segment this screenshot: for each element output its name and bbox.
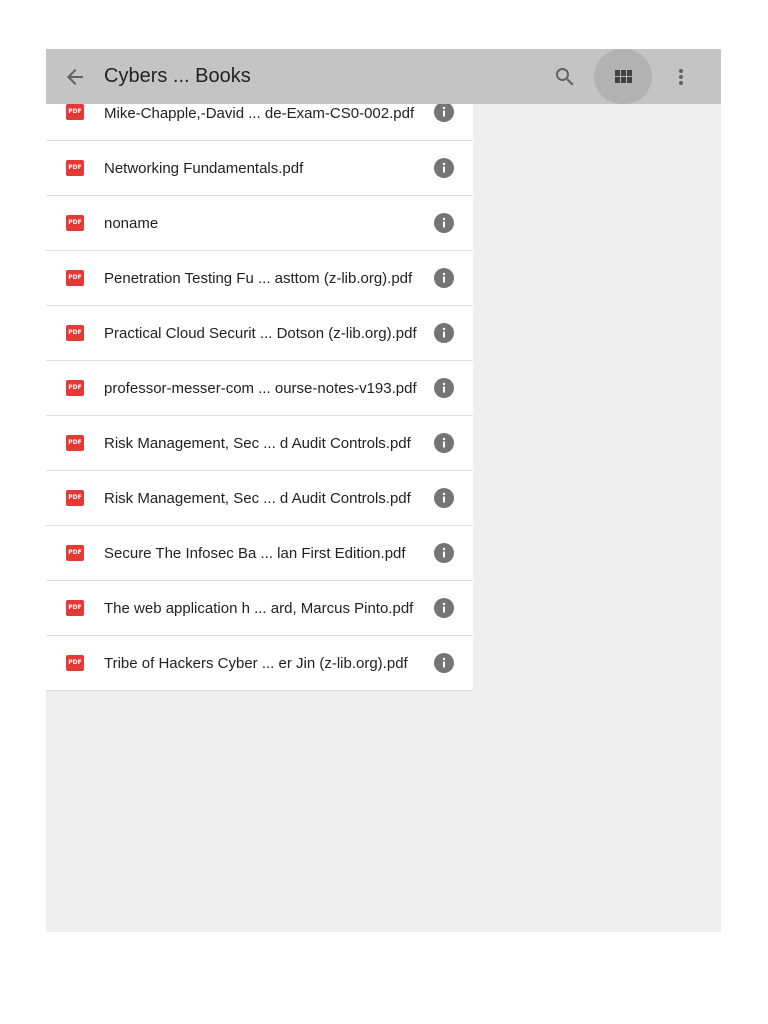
info-icon[interactable] bbox=[434, 488, 454, 508]
search-icon bbox=[556, 67, 574, 85]
info-icon[interactable] bbox=[434, 213, 454, 233]
file-row[interactable]: PDF professor-messer-com ... ourse-notes-… bbox=[46, 361, 473, 416]
file-row[interactable]: PDF Networking Fundamentals.pdf bbox=[46, 141, 473, 196]
info-icon[interactable] bbox=[434, 104, 454, 122]
grid-view-icon bbox=[615, 69, 632, 83]
toolbar: Cybers ... Books bbox=[46, 49, 721, 104]
file-row[interactable]: PDF noname bbox=[46, 196, 473, 251]
folder-title: Cybers ... Books bbox=[104, 65, 251, 87]
file-name: noname bbox=[104, 215, 159, 232]
file-name: Risk Management, Sec ... d Audit Control… bbox=[104, 435, 411, 452]
info-icon[interactable] bbox=[434, 268, 454, 288]
info-icon[interactable] bbox=[434, 653, 454, 673]
more-vert-icon bbox=[679, 68, 683, 85]
grid-view-button[interactable] bbox=[594, 49, 652, 104]
file-name: Mike-Chapple,-David ... de-Exam-CS0-002.… bbox=[104, 105, 415, 122]
file-list: PDF Mike-Chapple,-David ... de-Exam-CS0-0… bbox=[46, 104, 473, 691]
info-icon[interactable] bbox=[434, 433, 454, 453]
file-name: Secure The Infosec Ba ... lan First Edit… bbox=[104, 545, 406, 562]
pdf-file-icon: PDF bbox=[66, 160, 84, 176]
file-name: Tribe of Hackers Cyber ... er Jin (z-lib… bbox=[104, 655, 408, 672]
file-row[interactable]: PDF Practical Cloud Securit ... Dotson (z… bbox=[46, 306, 473, 361]
file-row[interactable]: PDF Mike-Chapple,-David ... de-Exam-CS0-0… bbox=[46, 104, 473, 141]
pdf-file-icon: PDF bbox=[66, 325, 84, 341]
file-name: The web application h ... ard, Marcus Pi… bbox=[104, 600, 414, 617]
info-icon[interactable] bbox=[434, 543, 454, 563]
arrow-back-icon bbox=[67, 68, 83, 85]
file-row[interactable]: PDF The web application h ... ard, Marcus… bbox=[46, 581, 473, 636]
file-name: Networking Fundamentals.pdf bbox=[104, 160, 304, 177]
pdf-file-icon: PDF bbox=[66, 490, 84, 506]
file-row[interactable]: PDF Risk Management, Sec ... d Audit Cont… bbox=[46, 471, 473, 526]
pdf-file-icon: PDF bbox=[66, 380, 84, 396]
pdf-file-icon: PDF bbox=[66, 215, 84, 231]
info-icon[interactable] bbox=[434, 158, 454, 178]
pdf-file-icon: PDF bbox=[66, 435, 84, 451]
info-icon[interactable] bbox=[434, 323, 454, 343]
file-row[interactable]: PDF Tribe of Hackers Cyber ... er Jin (z-… bbox=[46, 636, 473, 691]
pdf-file-icon: PDF bbox=[66, 655, 84, 671]
search-button[interactable] bbox=[536, 49, 594, 104]
file-row[interactable]: PDF Secure The Infosec Ba ... lan First E… bbox=[46, 526, 473, 581]
file-row[interactable]: PDF Penetration Testing Fu ... asttom (z-… bbox=[46, 251, 473, 306]
info-icon[interactable] bbox=[434, 598, 454, 618]
file-name: Penetration Testing Fu ... asttom (z-lib… bbox=[104, 270, 413, 287]
pdf-file-icon: PDF bbox=[66, 270, 84, 286]
pdf-file-icon: PDF bbox=[66, 545, 84, 561]
info-icon[interactable] bbox=[434, 378, 454, 398]
file-name: Practical Cloud Securit ... Dotson (z-li… bbox=[104, 325, 417, 342]
pdf-file-icon: PDF bbox=[66, 104, 84, 120]
pdf-file-icon: PDF bbox=[66, 600, 84, 616]
file-row[interactable]: PDF Risk Management, Sec ... d Audit Cont… bbox=[46, 416, 473, 471]
file-name: Risk Management, Sec ... d Audit Control… bbox=[104, 490, 411, 507]
more-options-button[interactable] bbox=[652, 49, 710, 104]
back-button[interactable] bbox=[46, 49, 104, 104]
file-browser-window: Cybers ... Books PDF Mike-Chapple,-David … bbox=[46, 49, 721, 932]
file-name: professor-messer-com ... ourse-notes-v19… bbox=[104, 380, 417, 397]
